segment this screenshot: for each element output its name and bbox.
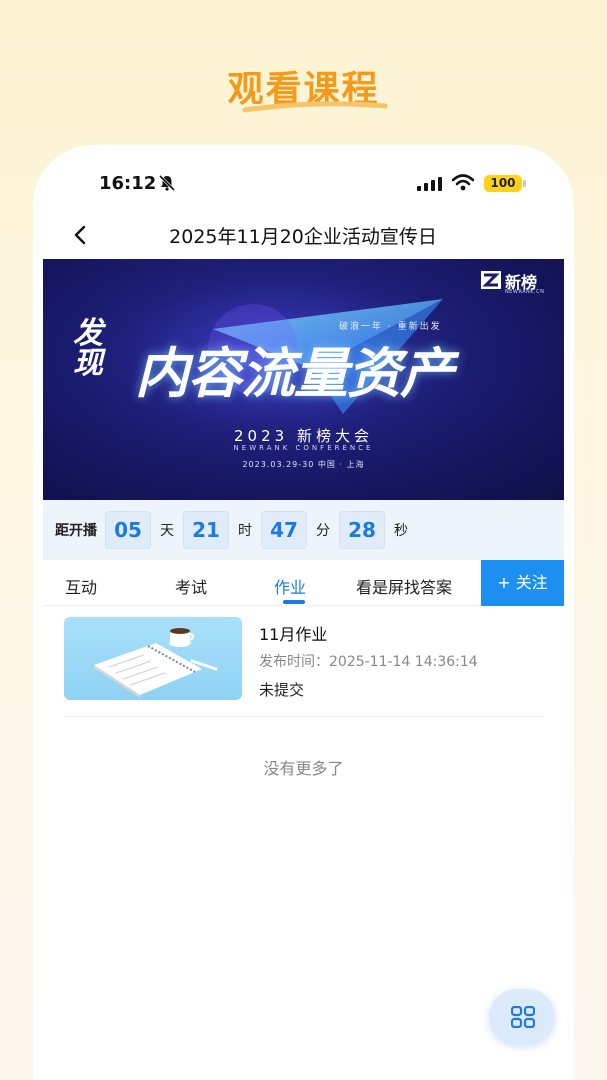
battery-tip [523, 180, 526, 187]
tab-exam[interactable]: 考试 [175, 574, 207, 598]
tab-interaction[interactable]: 互动 [65, 574, 97, 598]
floating-menu-button[interactable] [489, 989, 555, 1045]
notebook-coffee-illustration [94, 628, 218, 698]
list-end-text: 没有更多了 [263, 759, 344, 778]
banner-conference-en: NEWRANK CONFERENCE [233, 444, 374, 452]
back-arrow-icon[interactable] [71, 224, 91, 246]
page-title: 2025年11月20企业活动宣传日 [169, 226, 437, 248]
homework-list-item[interactable]: 11月作业 发布时间：2025-11-14 14:36:14 未提交 [64, 617, 544, 717]
homework-thumbnail [64, 617, 242, 700]
phone-screen: 16:12 100 2025年11月20企业活动宣传日 新榜 NEWRANK.C… [33, 145, 574, 1080]
countdown-bar: 距开播 05 天 21 时 47 分 28 秒 [43, 500, 564, 560]
countdown-hours-unit: 时 [238, 523, 252, 539]
countdown-seconds: 28 [339, 511, 385, 549]
grid-menu-icon [511, 1006, 535, 1028]
signal-icon [417, 177, 442, 191]
countdown-minutes: 47 [261, 511, 307, 549]
banner-date-place: 2023.03.29-30 中国 · 上海 [242, 460, 365, 469]
wifi-icon [452, 174, 474, 191]
countdown-minutes-unit: 分 [316, 523, 330, 539]
banner-small-text: 发现 [73, 316, 103, 381]
homework-publish-time: 发布时间：2025-11-14 14:36:14 [259, 654, 478, 670]
newrank-logo-icon [481, 271, 501, 289]
bell-off-icon [158, 174, 176, 192]
event-banner[interactable]: 新榜 NEWRANK.CN 发现 内容流量资产 破浪一年 · 重新出发 2023… [43, 259, 564, 500]
banner-tagline: 破浪一年 · 重新出发 [339, 322, 442, 332]
countdown-hours: 21 [183, 511, 229, 549]
tab-homework[interactable]: 作业 [274, 574, 306, 598]
promo-underline-decoration [242, 101, 388, 113]
homework-title: 11月作业 [259, 625, 328, 644]
countdown-days-unit: 天 [160, 523, 174, 539]
banner-headline: 内容流量资产 [135, 342, 454, 405]
tab-bar: 互动 考试 作业 看是屏找答案 + 关注 [43, 560, 564, 606]
follow-button[interactable]: + 关注 [481, 560, 564, 606]
countdown-label: 距开播 [55, 523, 97, 539]
homework-status: 未提交 [259, 681, 305, 699]
nav-bar: 2025年11月20企业活动宣传日 [33, 210, 574, 260]
countdown-days: 05 [105, 511, 151, 549]
countdown-seconds-unit: 秒 [394, 523, 408, 539]
status-time: 16:12 [99, 173, 157, 194]
banner-conference: 2023 新榜大会 [234, 427, 373, 445]
tab-answers[interactable]: 看是屏找答案 [356, 574, 452, 598]
active-tab-indicator [283, 600, 305, 604]
battery-indicator: 100 [484, 175, 522, 192]
banner-logo-sub: NEWRANK.CN [505, 289, 545, 295]
